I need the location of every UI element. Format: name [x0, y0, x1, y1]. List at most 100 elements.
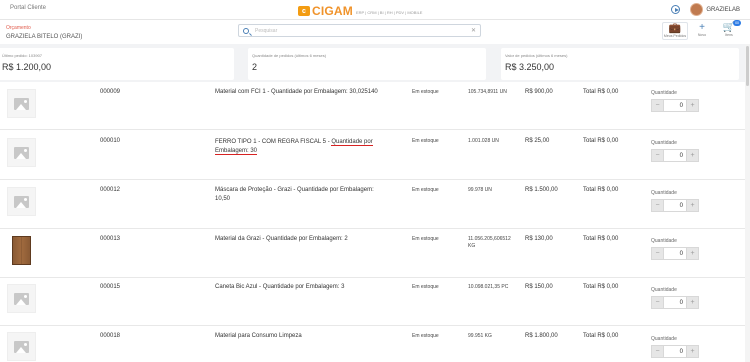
quantity-label: Quantidade [651, 238, 677, 244]
play-icon[interactable] [671, 5, 681, 14]
portal-title: Portal Cliente [10, 5, 47, 11]
product-row: 000009 Material com FCI 1 - Quantidade p… [0, 82, 750, 130]
product-total: Total R$ 0,00 [583, 284, 619, 290]
decrement-button[interactable]: − [651, 247, 664, 260]
stock-status: Em estoque [412, 284, 439, 290]
scrollbar-thumb[interactable] [746, 46, 749, 86]
increment-button[interactable]: + [686, 199, 699, 212]
image-placeholder-icon [14, 195, 29, 208]
product-price: R$ 1.500,00 [525, 187, 558, 193]
product-description[interactable]: Material com FCI 1 - Quantidade por Emba… [215, 88, 385, 97]
product-total: Total R$ 0,00 [583, 333, 619, 339]
user-name[interactable]: GRAZIELAB [706, 7, 740, 13]
quantity-stepper[interactable]: − 0 + [651, 149, 699, 162]
image-placeholder-icon [14, 146, 29, 159]
cart-button[interactable]: 🛒 Itens 00 [716, 20, 742, 40]
available-quantity: 105.734,8911 UN [468, 89, 507, 95]
cigam-logo: c CIGAM ERP | CRM | BI | RH | PDV | MOBI… [298, 4, 422, 18]
product-image[interactable] [7, 236, 36, 265]
product-price: R$ 130,00 [525, 236, 553, 242]
quantity-value[interactable]: 0 [664, 199, 686, 212]
quantity-label: Quantidade [651, 287, 677, 293]
product-total: Total R$ 0,00 [583, 89, 619, 95]
available-quantity: 1.001.028 UN [468, 138, 499, 144]
product-image[interactable] [7, 187, 36, 216]
client-name: GRAZIELA BITELO (GRAZI) [6, 34, 83, 40]
search-input[interactable]: Pesquisar ✕ [238, 24, 481, 37]
product-row: 000018 Material para Consumo Limpeza Em … [0, 326, 750, 362]
stock-status: Em estoque [412, 333, 439, 339]
stock-status: Em estoque [412, 187, 439, 193]
product-code: 000012 [100, 187, 121, 193]
quantity-label: Quantidade [651, 140, 677, 146]
quantity-label: Quantidade [651, 90, 677, 96]
increment-button[interactable]: + [686, 149, 699, 162]
order-value-card: Valor de pedidos (últimos 6 meses) R$ 3.… [501, 48, 739, 80]
my-orders-button[interactable]: 💼 Meus Pedidos [662, 22, 688, 40]
decrement-button[interactable]: − [651, 199, 664, 212]
decrement-button[interactable]: − [651, 296, 664, 309]
product-image[interactable] [7, 332, 36, 361]
product-description[interactable]: Material para Consumo Limpeza [215, 332, 385, 341]
quantity-value[interactable]: 0 [664, 345, 686, 358]
image-placeholder-icon [14, 292, 29, 305]
last-order-card: Último pedido: 103907 R$ 1.200,00 [0, 48, 234, 80]
stock-status: Em estoque [412, 89, 439, 95]
search-placeholder: Pesquisar [255, 28, 278, 34]
section-label: Orçamento [6, 25, 31, 31]
avatar[interactable] [690, 3, 704, 16]
decrement-button[interactable]: − [651, 149, 664, 162]
quantity-value[interactable]: 0 [664, 247, 686, 260]
product-code: 000013 [100, 236, 121, 242]
order-count-card: Quantidade de pedidos (últimos 6 meses) … [248, 48, 486, 80]
logo-mark-icon: c [298, 6, 310, 16]
increment-button[interactable]: + [686, 247, 699, 260]
cart-badge: 00 [733, 20, 741, 26]
quantity-value[interactable]: 0 [664, 149, 686, 162]
product-image[interactable] [7, 284, 36, 313]
product-row: 000015 Caneta Bic Azul - Quantidade por … [0, 278, 750, 326]
product-total: Total R$ 0,00 [583, 236, 619, 242]
increment-button[interactable]: + [686, 296, 699, 309]
quantity-stepper[interactable]: − 0 + [651, 199, 699, 212]
product-description[interactable]: Máscara de Proteção - Grazi - Quantidade… [215, 186, 385, 204]
logo-subtitle: ERP | CRM | BI | RH | PDV | MOBILE [356, 9, 423, 15]
product-price: R$ 150,00 [525, 284, 553, 290]
decrement-button[interactable]: − [651, 99, 664, 112]
quantity-value[interactable]: 0 [664, 99, 686, 112]
bag-icon: 💼 [668, 23, 682, 34]
available-quantity: 99.951 KG [468, 333, 492, 339]
increment-button[interactable]: + [686, 99, 699, 112]
quantity-value[interactable]: 0 [664, 296, 686, 309]
quantity-stepper[interactable]: − 0 + [651, 247, 699, 260]
product-row: 000012 Máscara de Proteção - Grazi - Qua… [0, 180, 750, 229]
product-description[interactable]: Caneta Bic Azul - Quantidade por Embalag… [215, 283, 385, 292]
product-description[interactable]: Material da Grazi - Quantidade por Embal… [215, 235, 385, 244]
product-description[interactable]: FERRO TIPO 1 - COM REGRA FISCAL 5 - Quan… [215, 138, 385, 156]
quantity-stepper[interactable]: − 0 + [651, 99, 699, 112]
product-image[interactable] [7, 138, 36, 167]
product-code: 000010 [100, 138, 121, 144]
clear-icon[interactable]: ✕ [471, 27, 476, 34]
logo-text: CIGAM [312, 4, 353, 18]
top-bar: Portal Cliente c CIGAM ERP | CRM | BI | … [0, 0, 750, 20]
product-row: 000013 Material da Grazi - Quantidade po… [0, 229, 750, 278]
product-price: R$ 900,00 [525, 89, 553, 95]
new-button[interactable]: + Novo [689, 22, 715, 40]
product-image[interactable] [7, 89, 36, 118]
available-quantity: 99.978 UN [468, 187, 492, 193]
quantity-stepper[interactable]: − 0 + [651, 345, 699, 358]
increment-button[interactable]: + [686, 345, 699, 358]
scrollbar[interactable] [745, 44, 750, 362]
image-placeholder-icon [14, 340, 29, 353]
plus-icon: + [699, 22, 705, 33]
image-placeholder-icon [14, 97, 29, 110]
product-code: 000015 [100, 284, 121, 290]
wardrobe-image [12, 236, 31, 265]
stock-status: Em estoque [412, 138, 439, 144]
product-total: Total R$ 0,00 [583, 187, 619, 193]
decrement-button[interactable]: − [651, 345, 664, 358]
quantity-stepper[interactable]: − 0 + [651, 296, 699, 309]
available-quantity: 10.098.021,35 PC [468, 284, 509, 290]
available-quantity: 11.056.205,606512 KG [468, 236, 511, 249]
